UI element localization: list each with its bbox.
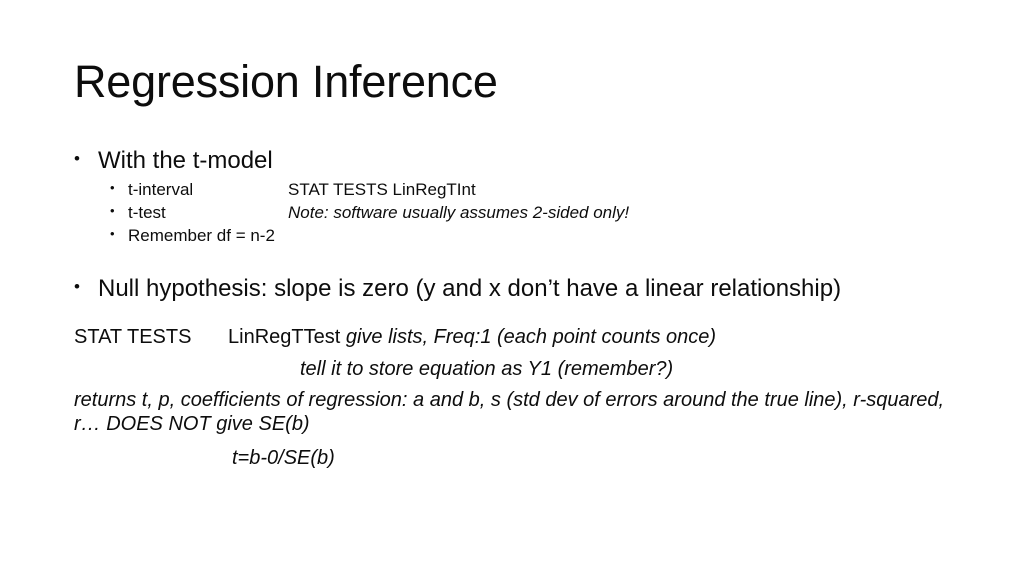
bullet-icon: • (74, 277, 80, 296)
list-item-label: t-test (128, 203, 166, 222)
list-item-content: t-test Note: software usually assumes 2-s… (128, 202, 964, 224)
page-title: Regression Inference (74, 56, 498, 107)
slide: Regression Inference • With the t-model … (0, 0, 1024, 576)
list-item: • Null hypothesis: slope is zero (y and … (74, 274, 964, 306)
bullet-icon: • (110, 180, 115, 195)
list-item: • t-interval STAT TESTS LinRegTInt (74, 179, 964, 202)
list-item-detail: Note: software usually assumes 2-sided o… (288, 203, 630, 222)
formula-line: t=b-0/SE(b) (232, 447, 335, 469)
bullet-icon: • (110, 203, 115, 218)
store-equation-line: tell it to store equation as Y1 (remembe… (300, 358, 674, 380)
stat-tests-line: STAT TESTS LinRegTTest give lists, Freq:1… (74, 324, 964, 350)
list-item-label: Remember df = n-2 (128, 226, 275, 245)
list-item: • Remember df = n-2 (74, 225, 964, 248)
list-item-label: Null hypothesis: slope is zero (y and x … (98, 275, 842, 302)
list-item-label: t-interval (128, 180, 194, 199)
linregttest-label: LinRegTTest (228, 326, 341, 348)
returns-paragraph: returns t, p, coefficients of regression… (74, 389, 945, 435)
bullet-icon: • (74, 149, 80, 168)
list-item: • With the t-model (74, 146, 964, 178)
list-item-detail: STAT TESTS LinRegTInt (288, 180, 476, 199)
stat-tests-label: STAT TESTS (74, 326, 192, 348)
list-item-label: With the t-model (98, 147, 273, 174)
slide-body: • With the t-model • t-interval STAT TEST… (74, 146, 964, 471)
linregttest-note: give lists, Freq:1 (each point counts on… (345, 326, 717, 348)
list-item-content: t-interval STAT TESTS LinRegTInt (128, 179, 964, 201)
list-item: • t-test Note: software usually assumes 2… (74, 202, 964, 225)
bullet-icon: • (110, 226, 115, 241)
